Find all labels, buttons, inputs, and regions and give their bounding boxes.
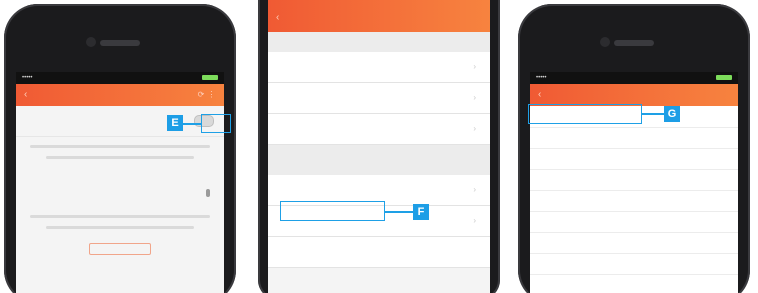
action-button[interactable] — [89, 243, 151, 255]
phone-frame-3: ••••• ‹ — [518, 4, 750, 293]
chevron-right-icon: › — [473, 185, 476, 194]
list-row-empty — [530, 254, 738, 275]
callout-e-highlight — [201, 114, 231, 133]
placeholder-text-line — [46, 156, 194, 159]
callout-e-badge: E — [167, 115, 183, 131]
list-row-empty — [530, 275, 738, 293]
header-actions[interactable]: ⟳ ⋮ — [198, 84, 216, 106]
list-row-empty — [530, 149, 738, 170]
chevron-right-icon: › — [473, 216, 476, 225]
battery-icon — [202, 72, 218, 84]
list-row-empty — [530, 191, 738, 212]
chevron-right-icon: › — [473, 93, 476, 102]
app-header: ‹ ⟳ ⋮ — [16, 84, 224, 106]
battery-icon — [716, 72, 732, 84]
phone-frame-2: ‹ › › › › › — [258, 0, 500, 293]
callout-f-highlight — [280, 201, 385, 221]
list-item[interactable]: › — [268, 52, 490, 83]
list-item[interactable] — [268, 237, 490, 268]
signal-indicator: ••••• — [22, 75, 33, 81]
settings-row-toggle — [16, 106, 224, 137]
spacer — [268, 145, 490, 165]
callout-e-connector — [183, 123, 201, 125]
list-item[interactable]: › — [268, 114, 490, 145]
list-row-empty — [530, 233, 738, 254]
status-bar: ••••• — [16, 72, 224, 84]
section-header — [268, 32, 490, 52]
microphone-icon — [206, 189, 210, 197]
list-item[interactable]: › — [268, 83, 490, 114]
callout-f-badge: F — [413, 204, 429, 220]
callout-g-connector — [642, 113, 664, 115]
phone-1-screen: ••••• ‹ ⟳ ⋮ — [16, 72, 224, 293]
list-row-empty — [530, 128, 738, 149]
back-icon[interactable]: ‹ — [24, 84, 28, 106]
placeholder-text-line — [46, 226, 194, 229]
back-icon[interactable]: ‹ — [276, 0, 280, 36]
placeholder-text-line — [30, 145, 210, 148]
app-header: ‹ — [530, 84, 738, 106]
list-row-empty — [530, 212, 738, 233]
earpiece-speaker — [100, 40, 140, 46]
device-list — [530, 106, 738, 293]
list-row-empty — [530, 170, 738, 191]
placeholder-text-line — [30, 215, 210, 218]
earpiece-speaker — [614, 40, 654, 46]
callout-g-badge: G — [664, 106, 680, 122]
phone-frame-1: ••••• ‹ ⟳ ⋮ — [4, 4, 236, 293]
callout-f-connector — [385, 211, 413, 213]
section-header — [268, 165, 490, 175]
status-bar: ••••• — [530, 72, 738, 84]
callout-g-highlight — [528, 104, 642, 124]
back-icon[interactable]: ‹ — [538, 84, 542, 106]
front-camera — [86, 37, 96, 47]
phone-2-screen: ‹ › › › › › — [268, 0, 490, 293]
chevron-right-icon: › — [473, 124, 476, 133]
signal-indicator: ••••• — [536, 75, 547, 81]
tutorial-image: ••••• ‹ ⟳ ⋮ ‹ › › › › › ••••• ‹ E F G — [0, 0, 758, 293]
settings-row-microphone[interactable] — [16, 181, 224, 207]
chevron-right-icon: › — [473, 62, 476, 71]
app-header: ‹ — [268, 0, 490, 32]
front-camera — [600, 37, 610, 47]
